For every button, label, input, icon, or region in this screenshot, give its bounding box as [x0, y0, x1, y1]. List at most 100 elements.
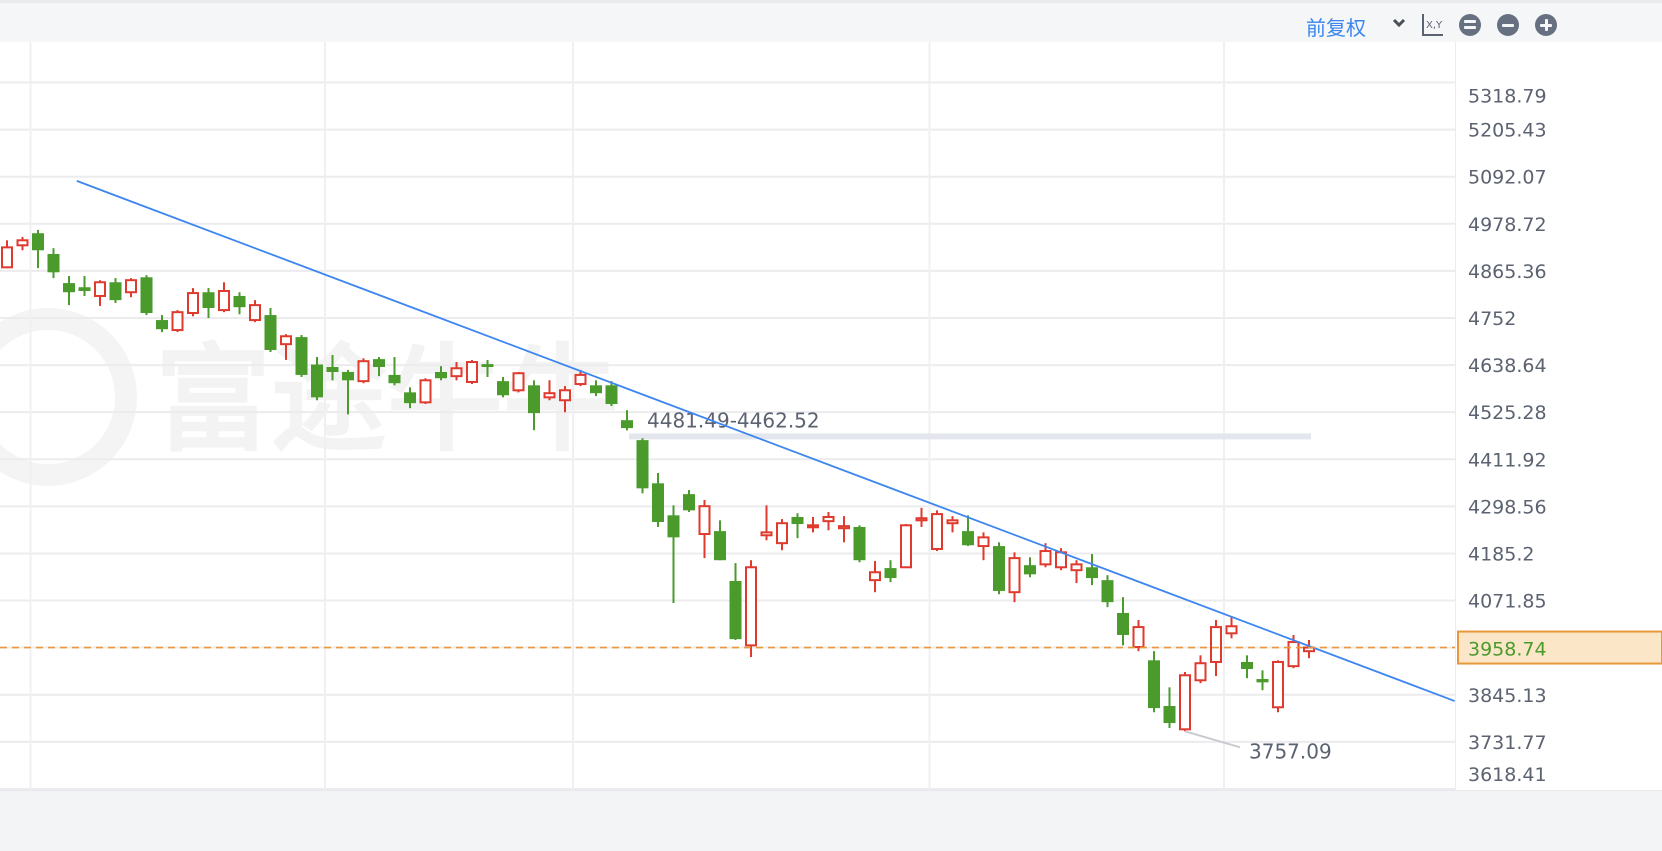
price-adjust-dropdown[interactable]: 前复权 — [1306, 12, 1366, 41]
candle-down — [636, 438, 649, 494]
candle-down — [63, 276, 75, 306]
candle-body — [497, 381, 509, 396]
candle-up — [357, 358, 370, 384]
gap-band — [629, 433, 1311, 440]
candle-body — [1148, 660, 1160, 709]
candle-up — [1008, 552, 1021, 603]
candlestick-chart[interactable]: 富途牛牛 4481.49-4462.523757.09 5318.795205.… — [0, 42, 1662, 790]
candle-body — [404, 392, 416, 404]
candle-body — [1210, 626, 1222, 663]
candle-body — [838, 525, 850, 530]
candle-down — [109, 278, 122, 304]
candle-body — [807, 524, 819, 529]
candle-up — [838, 516, 850, 543]
candle-up — [931, 510, 943, 552]
candle-down — [683, 489, 695, 513]
candle-body — [745, 566, 757, 647]
candle-body — [1008, 557, 1021, 594]
low-annotation-label: 3757.09 — [1249, 739, 1332, 763]
candle-body — [218, 289, 230, 312]
candle-body — [574, 373, 587, 386]
chart-toolbar: 前复权 X,Y — [0, 0, 1662, 42]
low-annotation-leader — [1184, 730, 1241, 749]
candle-up — [249, 300, 261, 323]
candle-body — [1132, 626, 1145, 649]
candle-body — [760, 531, 773, 537]
candle-body — [667, 515, 680, 538]
candle-up — [466, 359, 478, 385]
candle-down — [233, 292, 246, 315]
last-price-label: 3958.74 — [1468, 639, 1547, 661]
candle-body — [1287, 641, 1300, 668]
candle-body — [47, 254, 60, 273]
candle-body — [1024, 565, 1036, 575]
candle-up — [807, 516, 819, 533]
candle-body — [63, 283, 75, 293]
candle-body — [264, 315, 277, 350]
candle-up — [512, 371, 525, 393]
candle-up — [1179, 671, 1191, 732]
y-tick-label: 3731.77 — [1468, 732, 1547, 754]
candle-down — [1256, 670, 1269, 691]
y-tick-label: 5205.43 — [1468, 120, 1547, 142]
candle-body — [543, 392, 556, 399]
candle-up — [94, 280, 106, 306]
candle-down — [78, 276, 91, 296]
candle-down — [1117, 597, 1129, 646]
candle-body — [528, 385, 540, 414]
candle-body — [590, 385, 602, 394]
candle-body — [326, 367, 339, 372]
candle-body — [605, 385, 618, 404]
candle-down — [32, 229, 44, 269]
candle-body — [931, 513, 943, 550]
minus-circle-icon[interactable] — [1497, 14, 1519, 36]
candle-body — [295, 337, 308, 375]
watermark-text: 富途牛牛 — [155, 333, 619, 468]
candle-body — [1256, 679, 1269, 683]
candle-up — [760, 505, 773, 541]
candle-body — [109, 282, 122, 301]
candle-body — [993, 546, 1005, 591]
candle-body — [714, 531, 726, 561]
candle-up — [16, 236, 29, 251]
candle-down — [962, 515, 974, 547]
candle-up — [419, 378, 432, 404]
candle-body — [853, 526, 866, 561]
y-tick-label: 4752 — [1468, 308, 1516, 330]
candle-body — [156, 320, 168, 330]
candle-up — [1194, 655, 1207, 684]
candle-down — [652, 472, 664, 527]
candle-up — [977, 532, 990, 561]
candle-body — [1194, 662, 1207, 682]
candle-up — [869, 561, 881, 593]
candle-body — [1179, 674, 1191, 731]
candle-body — [16, 239, 29, 247]
candle-body — [729, 580, 742, 640]
candle-body — [559, 389, 571, 402]
candle-body — [435, 371, 447, 379]
candle-down — [140, 275, 153, 316]
xy-axis-icon[interactable]: X,Y — [1420, 13, 1444, 37]
chevron-down-icon[interactable] — [1390, 14, 1408, 32]
candle-body — [1039, 550, 1052, 566]
candle-up — [822, 512, 835, 531]
plus-circle-icon[interactable] — [1535, 14, 1557, 36]
candle-body — [233, 295, 246, 308]
candle-body — [884, 568, 897, 579]
candle-body — [280, 335, 292, 346]
y-tick-label: 4298.56 — [1468, 496, 1547, 518]
candle-body — [311, 364, 323, 398]
candle-body — [94, 281, 106, 297]
candle-down — [295, 335, 308, 377]
bottom-strip — [0, 790, 1662, 851]
candle-body — [187, 292, 199, 315]
equal-circle-icon[interactable] — [1459, 14, 1481, 36]
y-tick-label: 4865.36 — [1468, 261, 1547, 283]
y-tick-label: 5092.07 — [1468, 167, 1547, 189]
candle-body — [388, 374, 401, 384]
candle-up — [946, 516, 959, 533]
candle-body — [1241, 661, 1253, 670]
candle-down — [884, 560, 897, 583]
y-tick-label: 4978.72 — [1468, 214, 1547, 236]
candle-down — [1148, 651, 1160, 713]
